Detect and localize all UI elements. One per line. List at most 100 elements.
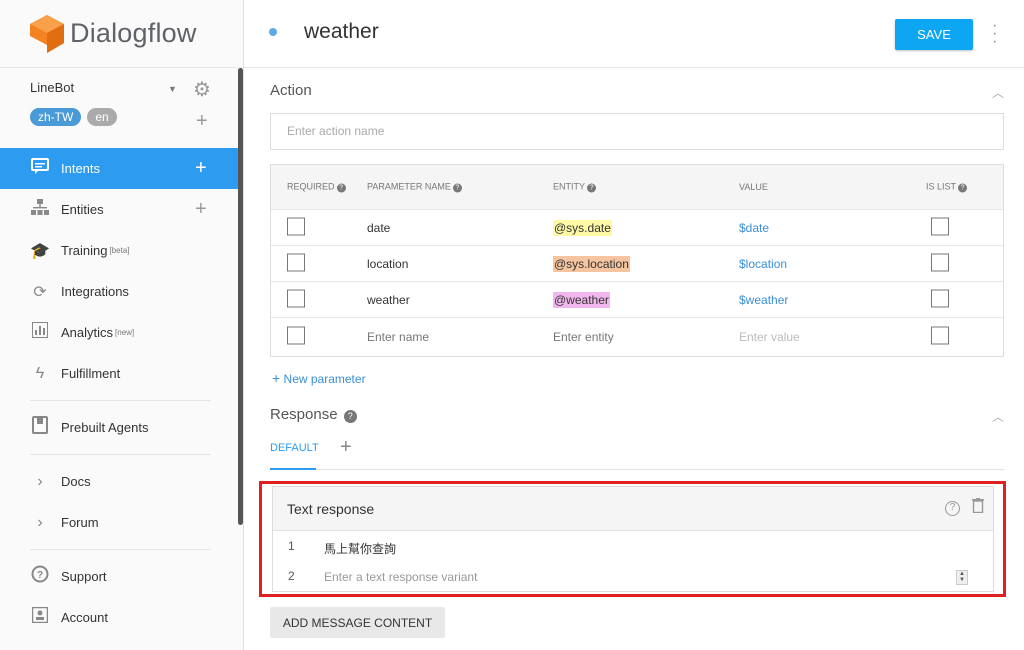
parameter-value[interactable]: $weather	[739, 293, 788, 307]
chevron-right-icon: ›	[37, 472, 43, 490]
sidebar-item-entities[interactable]: Entities +	[0, 189, 243, 230]
parameters-header-row: REQUIRED? PARAMETER NAME? ENTITY? VALUE …	[271, 165, 1003, 209]
sidebar-divider	[30, 454, 211, 455]
agent-dropdown-icon[interactable]: ▼	[168, 84, 177, 94]
action-section-title: Action	[270, 82, 312, 99]
header-value: VALUE	[739, 182, 768, 192]
more-options-icon[interactable]: · · ·	[992, 18, 997, 50]
parameter-value-input[interactable]: Enter value	[739, 330, 800, 344]
help-icon: ?	[336, 183, 346, 193]
help-icon: ?	[343, 410, 357, 423]
new-parameter-link[interactable]: + New parameter	[272, 370, 366, 386]
intents-chat-icon	[30, 157, 50, 180]
sidebar-item-analytics[interactable]: Analytics [new]	[0, 312, 243, 353]
response-section-title: Response ?	[270, 406, 357, 423]
sidebar-divider	[30, 400, 211, 401]
sidebar-item-account[interactable]: Account	[0, 597, 243, 638]
parameter-name[interactable]: weather	[367, 293, 410, 307]
header-is-list: IS LIST?	[926, 182, 968, 193]
sidebar-item-integrations[interactable]: ⟳ Integrations	[0, 271, 243, 312]
language-chip-zh-tw[interactable]: zh-TW	[30, 108, 82, 126]
parameter-row: weather @weather $weather	[271, 281, 1003, 317]
brand[interactable]: Dialogflow	[0, 0, 243, 68]
response-variant-input[interactable]: Enter a text response variant	[324, 570, 477, 584]
sidebar-item-label: Account	[61, 610, 108, 625]
parameter-entity-input[interactable]: Enter entity	[553, 330, 614, 344]
sidebar-divider	[30, 549, 211, 550]
is-list-checkbox[interactable]	[931, 217, 949, 238]
action-name-input[interactable]: Enter action name	[270, 113, 1004, 150]
sidebar-item-forum[interactable]: › Forum	[0, 502, 243, 543]
account-person-icon	[30, 606, 50, 628]
parameter-entity[interactable]: @sys.date	[553, 219, 612, 236]
highlight-box: Text response ? 1 馬上幫你查詢 2 Enter a text …	[259, 481, 1006, 597]
help-icon: ?	[958, 183, 968, 193]
parameter-name[interactable]: location	[367, 257, 408, 271]
sidebar-item-label: Prebuilt Agents	[61, 420, 149, 435]
agent-settings-gear-icon[interactable]: ⚙	[193, 77, 211, 102]
sidebar-item-docs[interactable]: › Docs	[0, 461, 243, 502]
sidebar-item-label: Forum	[61, 515, 99, 530]
add-message-content-button[interactable]: ADD MESSAGE CONTENT	[270, 607, 445, 638]
sidebar-item-label: Analytics	[61, 325, 114, 340]
resize-spinner-icon[interactable]: ▲ ▼	[956, 570, 968, 585]
sidebar-item-training[interactable]: 🎓 Training [beta]	[0, 230, 243, 271]
plus-icon: +	[272, 370, 281, 386]
sidebar-item-label: Support	[61, 569, 107, 584]
save-button[interactable]: SAVE	[895, 19, 973, 50]
text-response-title: Text response	[287, 501, 375, 517]
integrations-sync-icon: ⟳	[33, 283, 47, 301]
help-icon: ?	[452, 183, 462, 193]
text-response-card: Text response ? 1 馬上幫你查詢 2 Enter a text …	[272, 486, 994, 592]
parameter-name-input[interactable]: Enter name	[367, 330, 429, 344]
sidebar-item-prebuilt-agents[interactable]: Prebuilt Agents	[0, 407, 243, 448]
text-response-header: Text response ?	[273, 487, 993, 531]
parameter-row: location @sys.location $location	[271, 245, 1003, 281]
trash-icon[interactable]	[972, 498, 984, 518]
is-list-checkbox[interactable]	[931, 289, 949, 310]
collapse-response-icon[interactable]: ︿	[992, 408, 1004, 425]
variant-number: 2	[288, 569, 295, 583]
training-graduation-cap-icon: 🎓	[30, 242, 50, 260]
parameter-row: date @sys.date $date	[271, 209, 1003, 245]
sidebar-scrollbar[interactable]	[238, 68, 243, 525]
tab-default[interactable]: DEFAULT	[270, 442, 319, 470]
collapse-action-icon[interactable]: ︿	[992, 84, 1004, 101]
svg-text:?: ?	[37, 570, 43, 581]
is-list-checkbox[interactable]	[931, 253, 949, 274]
parameter-entity[interactable]: @sys.location	[553, 255, 630, 272]
sidebar-item-intents[interactable]: Intents +	[0, 148, 243, 189]
is-list-checkbox[interactable]	[931, 326, 949, 348]
add-intent-icon[interactable]: +	[195, 157, 207, 180]
intent-status-dot-icon	[269, 28, 277, 36]
required-checkbox[interactable]	[287, 253, 305, 274]
parameter-value[interactable]: $date	[739, 221, 769, 235]
language-chip-en[interactable]: en	[87, 108, 117, 126]
add-tab-plus-icon[interactable]: +	[340, 436, 352, 459]
sidebar-item-label: Intents	[61, 161, 101, 176]
sidebar-item-fulfillment[interactable]: ϟ Fulfillment	[0, 353, 243, 394]
response-variant-text[interactable]: 馬上幫你查詢	[324, 540, 396, 557]
sidebar-item-label: Training	[61, 243, 108, 258]
parameter-entity[interactable]: @weather	[553, 291, 610, 308]
add-language-icon[interactable]: +	[196, 110, 208, 133]
sidebar-item-support[interactable]: ? Support	[0, 556, 243, 597]
entities-tree-icon	[30, 198, 50, 221]
response-variant-row: 1 馬上幫你查詢	[273, 531, 993, 561]
analytics-chart-icon	[30, 322, 50, 343]
parameter-name[interactable]: date	[367, 221, 390, 235]
help-icon: ?	[587, 183, 597, 193]
sidebar: Dialogflow LineBot ▼ ⚙ zh-TW en + Intent…	[0, 0, 244, 650]
intent-title[interactable]: weather	[304, 20, 379, 44]
required-checkbox[interactable]	[287, 326, 305, 348]
new-tag: [new]	[115, 328, 135, 337]
required-checkbox[interactable]	[287, 217, 305, 238]
sidebar-item-label: Docs	[61, 474, 91, 489]
help-circle-icon[interactable]: ?	[945, 501, 960, 516]
brand-name: Dialogflow	[70, 18, 197, 48]
parameter-value[interactable]: $location	[739, 257, 787, 271]
agent-name[interactable]: LineBot	[30, 80, 243, 95]
sidebar-item-label: Fulfillment	[61, 366, 121, 381]
add-entity-icon[interactable]: +	[195, 198, 207, 221]
required-checkbox[interactable]	[287, 289, 305, 310]
